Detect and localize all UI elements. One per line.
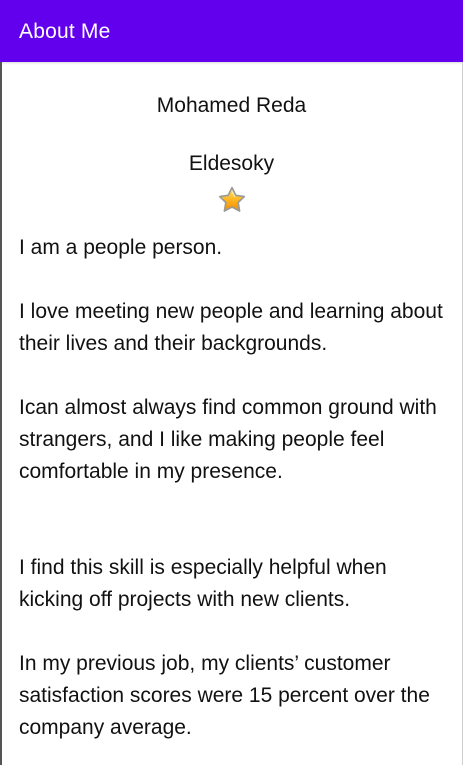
app-bar-title: About Me <box>19 20 111 43</box>
app-bar: About Me <box>0 0 463 62</box>
about-content[interactable]: Mohamed Reda Eldesoky I am a people pers… <box>0 62 463 744</box>
bio-text: I am a people person. I love meeting new… <box>19 236 443 739</box>
star-container <box>0 185 463 215</box>
first-name: Mohamed Reda <box>156 94 307 117</box>
star-icon <box>218 186 245 212</box>
last-name: Eldesoky <box>188 152 275 175</box>
about-me-screen: About Me Mohamed Reda Eldesoky I am a pe… <box>0 0 463 765</box>
